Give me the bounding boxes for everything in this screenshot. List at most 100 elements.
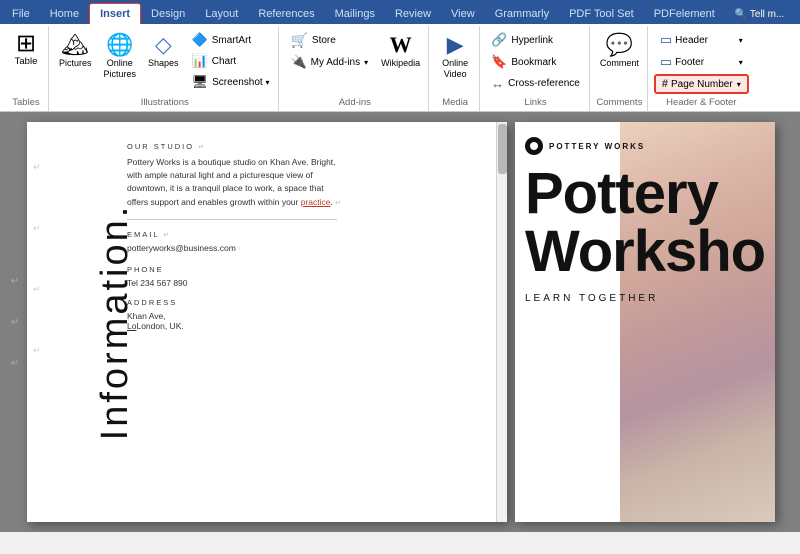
- links-group-label: Links: [524, 95, 546, 111]
- left-page: ↵ ↵ ↵ ↵ Information. OUR STUDIO ↵ Potter…: [27, 122, 507, 522]
- screenshot-label: Screenshot ▾: [212, 77, 269, 88]
- page-number-icon: #: [662, 78, 668, 90]
- screenshot-icon: 🖥: [192, 74, 209, 90]
- wikipedia-icon: W: [390, 32, 412, 58]
- comment-icon: 💬: [606, 32, 633, 58]
- smartart-icon: 🔷: [192, 32, 208, 48]
- chart-button[interactable]: 📊 Chart: [187, 51, 275, 71]
- header-label: Header: [675, 35, 708, 46]
- hyperlink-label: Hyperlink: [511, 35, 553, 46]
- online-pictures-label: OnlinePictures: [104, 58, 137, 80]
- header-icon: ▭: [660, 32, 672, 48]
- online-video-label: OnlineVideo: [442, 58, 468, 80]
- tab-view[interactable]: View: [441, 4, 485, 24]
- ribbon-group-illustrations: 🏔 Pictures 🌐 OnlinePictures ◇ Shapes 🔷 S…: [51, 26, 279, 111]
- tab-mailings[interactable]: Mailings: [325, 4, 385, 24]
- footer-label: Footer: [675, 57, 704, 68]
- header-footer-group-label: Header & Footer: [666, 95, 736, 111]
- screenshot-button[interactable]: 🖥 Screenshot ▾: [187, 72, 275, 92]
- shapes-button[interactable]: ◇ Shapes: [144, 30, 183, 70]
- illustrations-group-label: Illustrations: [141, 95, 189, 111]
- wikipedia-label: Wikipedia: [381, 58, 420, 68]
- tab-tell-me[interactable]: 🔍 Tell m...: [725, 5, 795, 24]
- cross-reference-button[interactable]: ↔ Cross-reference: [486, 74, 585, 93]
- footer-dropdown-arrow: ▾: [739, 58, 743, 67]
- shapes-label: Shapes: [148, 58, 179, 68]
- page-number-button[interactable]: # Page Number ▾: [654, 74, 749, 94]
- ribbon-group-addins: 🛒 Store 🔌 My Add-ins ▾ W Wikipedia Add-i…: [281, 26, 429, 111]
- tab-file[interactable]: File: [2, 4, 40, 24]
- tab-layout[interactable]: Layout: [195, 4, 248, 24]
- right-page-content: POTTERY WORKS Pottery Worksho LEARN TOGE…: [515, 122, 775, 319]
- divider: [127, 219, 337, 220]
- my-addins-button[interactable]: 🔌 My Add-ins ▾: [285, 52, 373, 72]
- pottery-logo-text: POTTERY WORKS: [549, 142, 645, 151]
- header-button[interactable]: ▭ Header ▾: [654, 30, 749, 50]
- tab-review[interactable]: Review: [385, 4, 441, 24]
- tab-pdfelement[interactable]: PDFelement: [644, 4, 725, 24]
- pictures-button[interactable]: 🏔 Pictures: [55, 30, 96, 71]
- ribbon-group-links: 🔗 Hyperlink 🔖 Bookmark ↔ Cross-reference…: [482, 26, 590, 111]
- tab-insert[interactable]: Insert: [89, 3, 141, 24]
- comments-group-label: Comments: [596, 95, 642, 111]
- scrollbar-thumb[interactable]: [498, 124, 507, 174]
- header-dropdown-arrow: ▾: [739, 36, 743, 45]
- store-button[interactable]: 🛒 Store: [285, 30, 373, 51]
- address-line2: LoLondon, UK.: [127, 321, 487, 331]
- tab-design[interactable]: Design: [141, 4, 195, 24]
- right-page: POTTERY WORKS Pottery Worksho LEARN TOGE…: [515, 122, 775, 522]
- page-number-dropdown-arrow: ▾: [737, 80, 741, 89]
- studio-label: OUR STUDIO ↵: [127, 142, 487, 151]
- chart-icon: 📊: [192, 53, 208, 69]
- ribbon-group-tables: ⊞ Table Tables: [4, 26, 49, 111]
- comment-button[interactable]: 💬 Comment: [596, 30, 643, 70]
- pictures-label: Pictures: [59, 58, 92, 69]
- online-pictures-icon: 🌐: [106, 32, 133, 58]
- hyperlink-button[interactable]: 🔗 Hyperlink: [486, 30, 585, 50]
- address-label: ADDRESS: [127, 298, 487, 307]
- table-button[interactable]: ⊞ Table: [8, 30, 44, 69]
- media-group-label: Media: [442, 95, 468, 111]
- smartart-label: SmartArt: [212, 35, 251, 46]
- tab-references[interactable]: References: [248, 4, 324, 24]
- page-scrollbar[interactable]: [496, 122, 507, 522]
- left-margin-marks: ↵ ↵ ↵ ↵: [33, 162, 41, 356]
- email-label: EMAIL ↵: [127, 230, 487, 239]
- tab-pdf-toolset[interactable]: PDF Tool Set: [559, 4, 644, 24]
- pottery-logo: POTTERY WORKS: [525, 137, 765, 155]
- store-label: Store: [312, 35, 336, 46]
- store-icon: 🛒: [290, 32, 307, 49]
- bookmark-button[interactable]: 🔖 Bookmark: [486, 52, 585, 72]
- left-page-content: OUR STUDIO ↵ Pottery Works is a boutique…: [117, 122, 507, 331]
- footer-icon: ▭: [660, 54, 672, 70]
- cross-reference-label: Cross-reference: [508, 78, 580, 89]
- tab-grammarly[interactable]: Grammarly: [485, 4, 559, 24]
- scroll-indicator: ↵: [11, 276, 19, 287]
- studio-section: OUR STUDIO ↵ Pottery Works is a boutique…: [127, 142, 487, 209]
- phone-value: Tel 234 567 890: [127, 278, 487, 288]
- pictures-icon: 🏔: [61, 32, 89, 58]
- online-pictures-button[interactable]: 🌐 OnlinePictures: [100, 30, 141, 82]
- email-section: EMAIL ↵ potteryworks@business.com ·: [127, 230, 487, 253]
- bookmark-icon: 🔖: [491, 54, 507, 70]
- scroll-indicator-3: ↵: [11, 358, 19, 369]
- wikipedia-button[interactable]: W Wikipedia: [377, 30, 424, 70]
- my-addins-icon: 🔌: [290, 54, 306, 70]
- bookmark-label: Bookmark: [511, 57, 556, 68]
- ribbon-group-header-footer: ▭ Header ▾ ▭ Footer ▾ # Page Number: [650, 26, 753, 111]
- shapes-icon: ◇: [155, 32, 172, 58]
- scroll-indicator-2: ↵: [11, 317, 19, 328]
- tab-home[interactable]: Home: [40, 4, 89, 24]
- phone-label: PHONE: [127, 265, 487, 274]
- studio-body: Pottery Works is a boutique studio on Kh…: [127, 156, 347, 209]
- pottery-tagline: LEARN TOGETHER: [525, 293, 765, 304]
- comment-label: Comment: [600, 58, 639, 68]
- footer-button[interactable]: ▭ Footer ▾: [654, 52, 749, 72]
- rotated-title: Information.: [94, 204, 137, 441]
- smartart-button[interactable]: 🔷 SmartArt: [187, 30, 275, 50]
- online-video-button[interactable]: ▶ OnlineVideo: [435, 30, 475, 82]
- pottery-logo-mark: [525, 137, 543, 155]
- pottery-title: Pottery Worksho: [525, 165, 765, 281]
- address-line1: Khan Ave,: [127, 311, 487, 321]
- tables-group-label: Tables: [12, 95, 39, 111]
